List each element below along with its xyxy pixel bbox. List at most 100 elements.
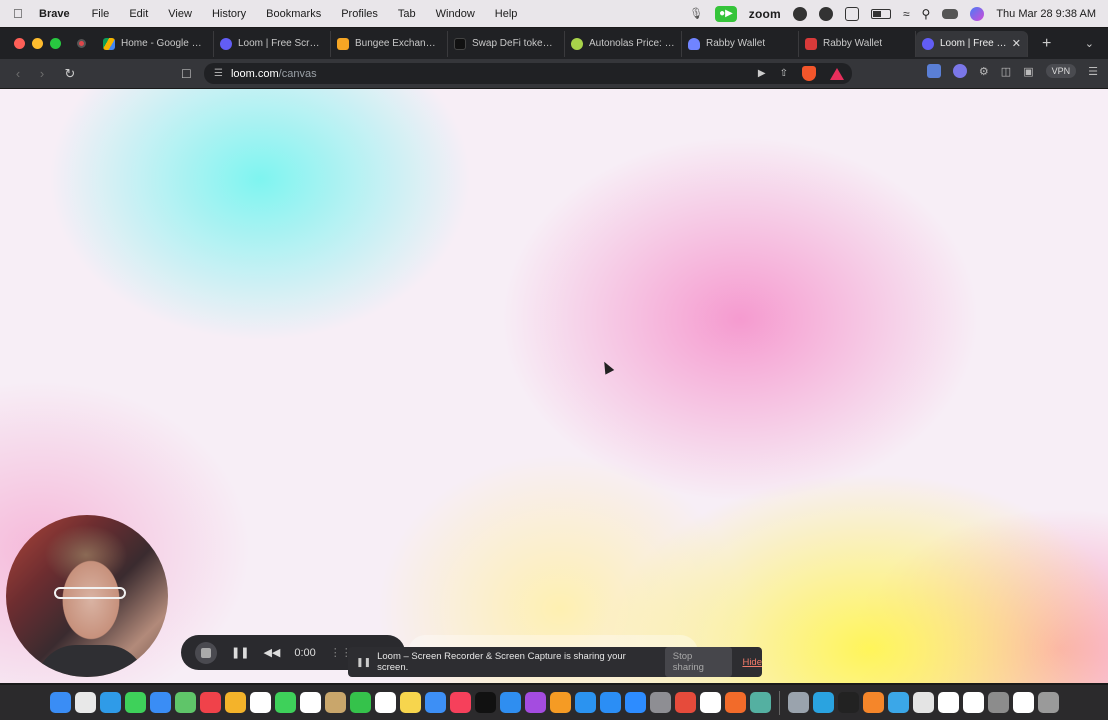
- dock-keyboard-icon[interactable]: [1012, 692, 1034, 713]
- dock-music-icon[interactable]: [449, 692, 471, 713]
- dock-numbers-icon[interactable]: [349, 692, 371, 713]
- brave-rewards-triangle-icon[interactable]: [830, 67, 844, 80]
- dock-safari-icon[interactable]: [99, 692, 121, 713]
- stop-recording-button[interactable]: [195, 641, 217, 664]
- tab-autonolas-price[interactable]: Autonolas Price: OL: [565, 30, 682, 57]
- tab-google-drive[interactable]: Home - Google Drive: [97, 30, 214, 57]
- new-tab-plus-icon[interactable]: +: [1042, 35, 1051, 53]
- battery-icon[interactable]: [870, 8, 891, 19]
- tab-list-chevron-icon[interactable]: ⌄: [1085, 37, 1094, 50]
- brave-shields-icon[interactable]: [802, 66, 816, 81]
- apple-menu-icon[interactable]: : [13, 6, 31, 21]
- dock-system-settings-icon[interactable]: [649, 692, 671, 713]
- back-arrow-icon[interactable]: ‹: [6, 66, 30, 81]
- wallet-icon[interactable]: ▣: [1023, 65, 1033, 78]
- dock-facetime-icon[interactable]: [274, 692, 296, 713]
- dock-vpn-icon[interactable]: [749, 692, 771, 713]
- menu-view[interactable]: View: [168, 8, 192, 20]
- menu-window[interactable]: Window: [436, 8, 475, 20]
- menu-tab[interactable]: Tab: [398, 8, 416, 20]
- dock-telegram-icon[interactable]: [812, 692, 834, 713]
- dock-reminders-icon[interactable]: [249, 692, 271, 713]
- stop-sharing-button[interactable]: Stop sharing: [664, 647, 733, 677]
- tab-rabby-wallet-1[interactable]: Rabby Wallet: [682, 30, 799, 57]
- dock-metamask-icon[interactable]: [862, 692, 884, 713]
- tab-loom-active[interactable]: Loom | Free Screen ✕: [916, 30, 1028, 57]
- dock-notion-icon[interactable]: [374, 692, 396, 713]
- dock-xcode-icon[interactable]: [574, 692, 596, 713]
- dock-chrome-alt-icon[interactable]: [674, 692, 696, 713]
- menu-history[interactable]: History: [212, 8, 246, 20]
- microphone-icon[interactable]: 🎙: [689, 7, 703, 20]
- dock-mail-icon[interactable]: [149, 692, 171, 713]
- restart-recording-icon[interactable]: ◀◀: [263, 646, 280, 659]
- tab-bungee-exchange[interactable]: Bungee Exchange -: [331, 30, 448, 57]
- menu-file[interactable]: File: [92, 8, 110, 20]
- minimize-window-button[interactable]: [32, 38, 43, 49]
- dock-preview-icon[interactable]: [912, 692, 934, 713]
- tab-rabby-wallet-2[interactable]: Rabby Wallet: [799, 30, 916, 57]
- dock-brave-icon[interactable]: [724, 692, 746, 713]
- control-center-icon[interactable]: [942, 8, 959, 19]
- close-tab-icon[interactable]: ✕: [1012, 37, 1021, 50]
- dock-finder-icon[interactable]: [49, 692, 71, 713]
- dock-pages-icon[interactable]: [549, 692, 571, 713]
- close-window-button[interactable]: [14, 38, 25, 49]
- dock-help-icon[interactable]: [987, 692, 1009, 713]
- vpn-button[interactable]: VPN: [1045, 64, 1077, 78]
- forward-arrow-icon[interactable]: ›: [30, 66, 54, 81]
- chat-icon[interactable]: [792, 6, 807, 21]
- menu-hamburger-icon[interactable]: ☰: [1088, 65, 1098, 78]
- dock-app-store-icon[interactable]: [599, 692, 621, 713]
- dock-photos-icon[interactable]: [224, 692, 246, 713]
- dock-launchpad-icon[interactable]: [74, 692, 96, 713]
- fullscreen-window-button[interactable]: [50, 38, 61, 49]
- address-bar[interactable]: ☰ loom.com /canvas ▶ ⇧: [204, 63, 852, 84]
- dock-calendar-icon[interactable]: [299, 692, 321, 713]
- extension-puzzle-blue-icon[interactable]: [926, 64, 941, 78]
- wifi-icon[interactable]: ≈: [903, 7, 910, 21]
- dock-notes-icon[interactable]: [399, 692, 421, 713]
- menu-profiles[interactable]: Profiles: [341, 8, 378, 20]
- reload-icon[interactable]: ↻: [58, 66, 82, 82]
- camera-in-use-icon[interactable]: ▶: [758, 68, 766, 79]
- extensions-puzzle-icon[interactable]: ⚙: [979, 65, 989, 78]
- pause-recording-icon[interactable]: ❚❚: [231, 646, 249, 659]
- dock-network-icon[interactable]: [887, 692, 909, 713]
- dock-zoom-icon[interactable]: [624, 692, 646, 713]
- hide-sharing-notice-link[interactable]: Hide: [742, 657, 762, 668]
- dock-apple-tv-icon[interactable]: [474, 692, 496, 713]
- dock-files-icon[interactable]: [962, 692, 984, 713]
- menubar-clock[interactable]: Thu Mar 28 9:38 AM: [996, 8, 1096, 20]
- dock-news-icon[interactable]: [199, 692, 221, 713]
- camera-active-icon[interactable]: ●▶: [715, 5, 737, 22]
- spotlight-search-icon[interactable]: ⚲: [922, 7, 931, 21]
- menu-help[interactable]: Help: [495, 8, 518, 20]
- bookmark-icon[interactable]: ☐: [181, 67, 192, 81]
- dock-safari-alt-icon[interactable]: [699, 692, 721, 713]
- dock-keynote-icon[interactable]: [499, 692, 521, 713]
- siri-icon[interactable]: [970, 6, 985, 21]
- menu-edit[interactable]: Edit: [129, 8, 148, 20]
- tab-swap-defi[interactable]: Swap DeFi tokens on: [448, 30, 565, 57]
- dock-chrome-icon[interactable]: [424, 692, 446, 713]
- sidebar-icon[interactable]: ◫: [1001, 65, 1011, 78]
- dock-terminal-icon[interactable]: [837, 692, 859, 713]
- menu-bookmarks[interactable]: Bookmarks: [266, 8, 321, 20]
- dock-contacts-icon[interactable]: [324, 692, 346, 713]
- dock-podcasts-icon[interactable]: [524, 692, 546, 713]
- dock-utilities-icon[interactable]: [787, 692, 809, 713]
- pinned-tab-recording[interactable]: [71, 34, 91, 54]
- brave-rewards-icon[interactable]: [818, 6, 833, 21]
- extension-loom-icon[interactable]: [952, 64, 967, 78]
- dock-messages-icon[interactable]: [124, 692, 146, 713]
- screen-capture-icon[interactable]: [844, 6, 859, 21]
- zoom-menu-label[interactable]: zoom: [749, 7, 781, 21]
- menu-app-name[interactable]: Brave: [39, 8, 70, 20]
- share-icon[interactable]: ⇧: [780, 68, 788, 79]
- loom-webcam-bubble[interactable]: [6, 515, 168, 677]
- site-settings-icon[interactable]: ☰: [214, 68, 223, 79]
- dock-maps-icon[interactable]: [174, 692, 196, 713]
- dock-documents-icon[interactable]: [937, 692, 959, 713]
- tab-loom[interactable]: Loom | Free Screen Recorder: [214, 30, 331, 57]
